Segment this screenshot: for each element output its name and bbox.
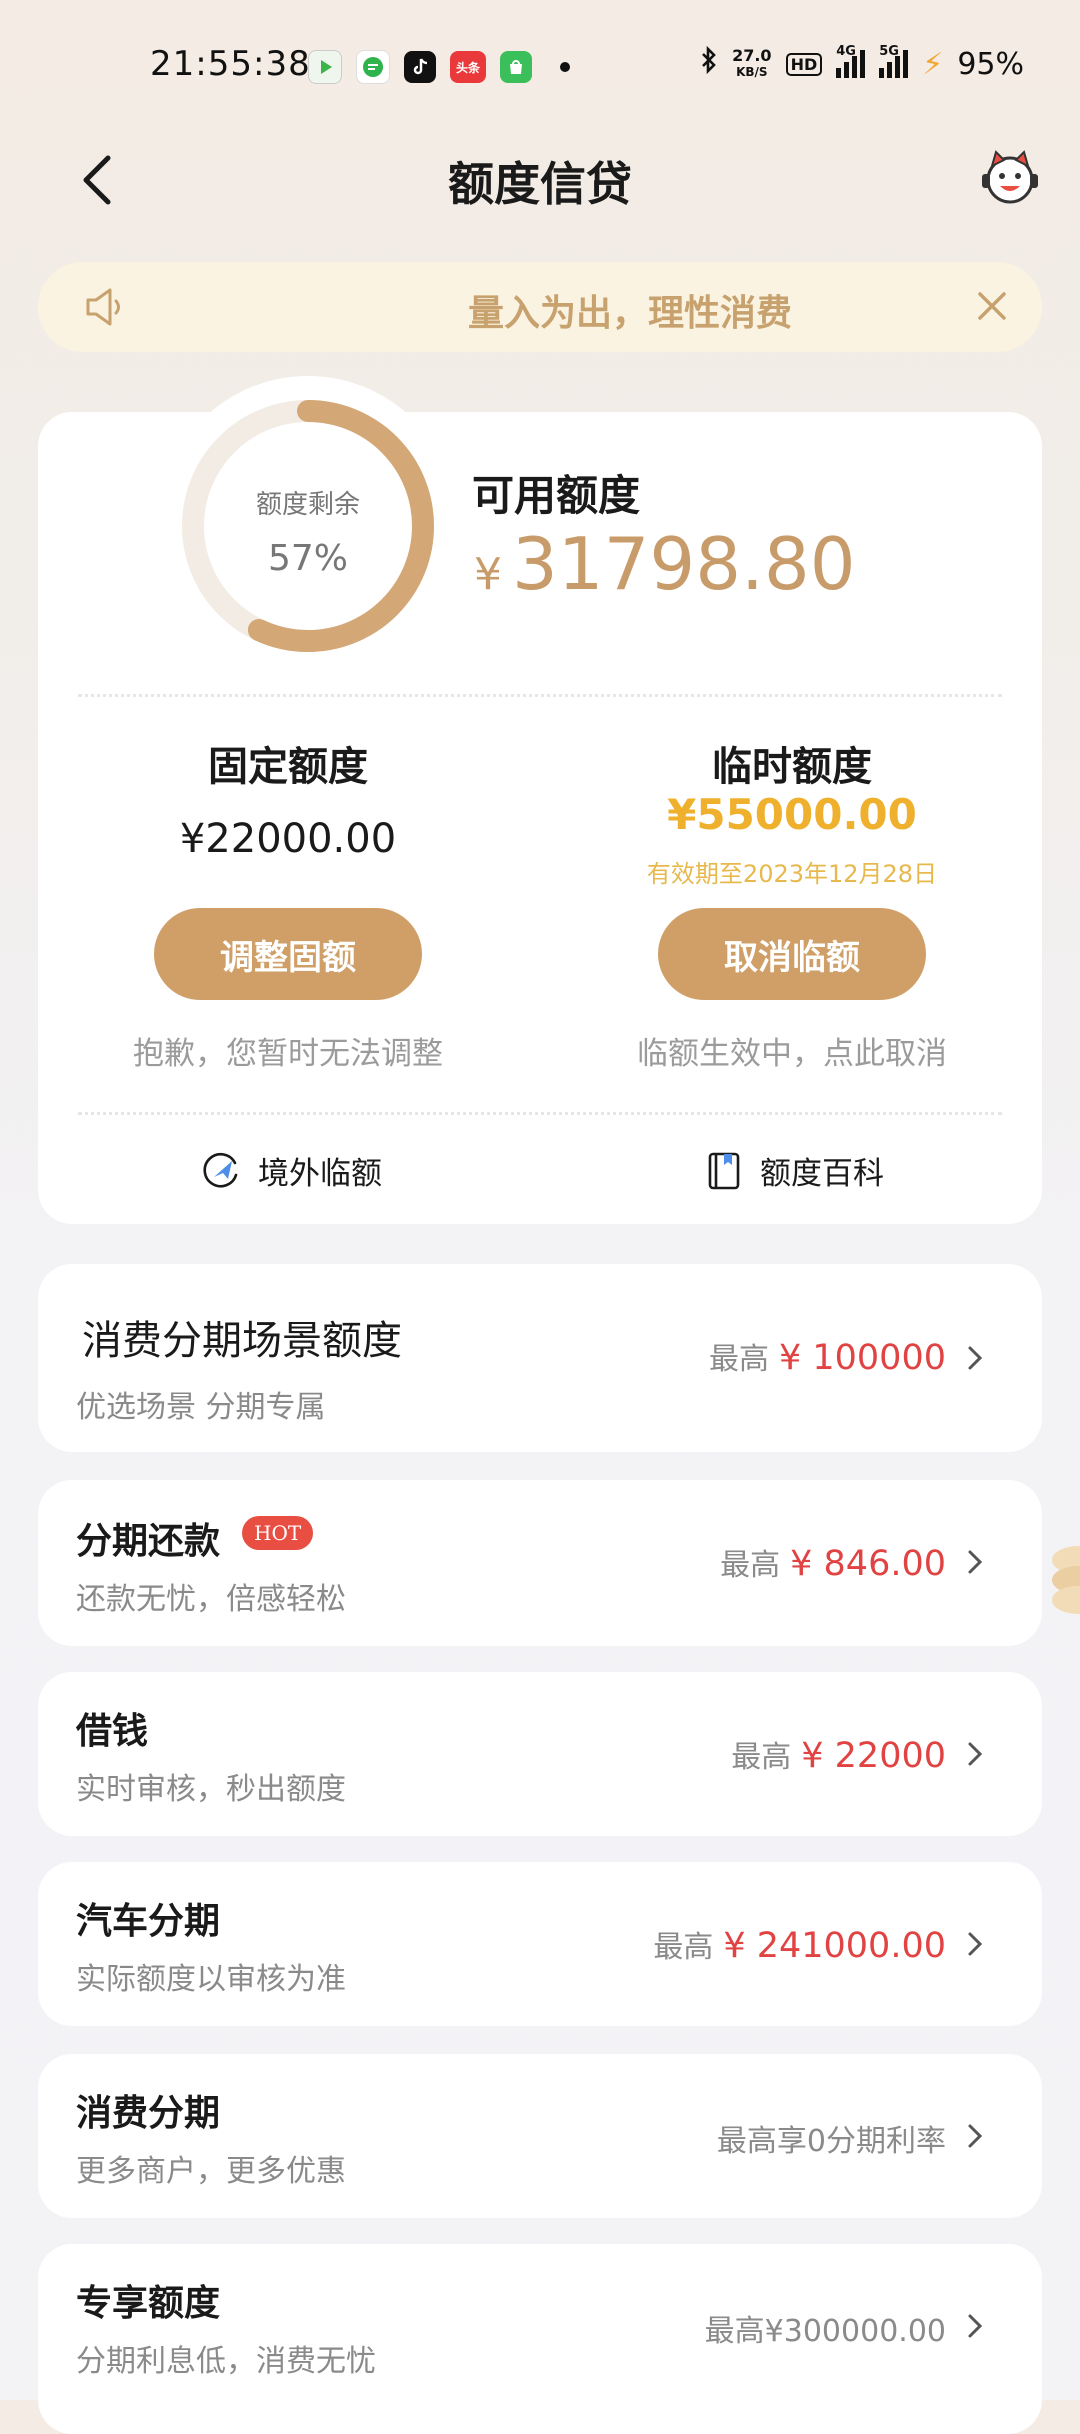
- row-max: 最高¥300000.00: [705, 2306, 946, 2350]
- adjust-fixed-button[interactable]: 调整固额: [154, 908, 422, 1000]
- bluetooth-icon: [700, 45, 718, 82]
- list-item-consumer-installment[interactable]: 消费分期 更多商户，更多优惠 最高享0分期利率: [38, 2054, 1042, 2218]
- app-tiktok-icon: [404, 51, 436, 83]
- row-title: 借钱: [76, 1711, 149, 1752]
- signal-4g-icon: 4G: [836, 44, 866, 78]
- row-title: 专享额度: [76, 2283, 221, 2324]
- chevron-right-icon: [968, 1550, 983, 1574]
- net-speed-unit: KB/S: [736, 65, 768, 79]
- overseas-plane-icon: [203, 1152, 238, 1188]
- battery-percent: 95%: [957, 46, 1024, 82]
- close-icon[interactable]: [974, 288, 1010, 324]
- temp-limit-note[interactable]: 临额生效中，点此取消: [542, 1028, 1042, 1073]
- credit-overview-card: 额度剩余 57% 可用额度 ¥31798.80 固定额度 ¥22000.00 调…: [38, 376, 1042, 1224]
- row-max-amount: ¥ 241000.00: [723, 1926, 946, 1966]
- row-max-prefix: 最高: [708, 1342, 769, 1377]
- chevron-right-icon: [968, 1932, 983, 1956]
- row-title: 消费分期: [76, 2093, 221, 2134]
- status-indicators: 27.0 KB/S HD 4G 5G ⚡ 95%: [700, 44, 1024, 82]
- app-message-icon: [356, 50, 390, 84]
- fixed-limit-amount: ¥22000.00: [179, 816, 397, 862]
- app-shop-icon: [500, 51, 532, 83]
- overseas-temp-link[interactable]: 境外临额: [202, 1148, 382, 1193]
- temp-limit-valid-until: 有效期至2023年12月28日: [646, 860, 938, 888]
- row-max: 最高 ¥ 846.00: [720, 1540, 946, 1584]
- row-title: 分期还款: [76, 1521, 221, 1562]
- row-max: 最高 ¥ 22000: [731, 1732, 946, 1776]
- row-subtitle: 实时审核，秒出额度: [76, 1772, 346, 1807]
- chevron-right-icon: [968, 1742, 983, 1766]
- available-amount-value: 31798.80: [512, 522, 856, 606]
- row-max: 最高 ¥ 241000.00: [653, 1922, 946, 1966]
- row-max: 最高享0分期利率: [717, 2116, 946, 2160]
- row-subtitle: 还款无忧，倍感轻松: [76, 1582, 346, 1617]
- credit-wiki-link[interactable]: 额度百科: [704, 1148, 884, 1193]
- page-title: 额度信贷: [448, 157, 632, 211]
- currency-symbol: ¥: [474, 549, 502, 600]
- temp-limit-title: 临时额度: [712, 744, 872, 790]
- row-max-prefix: 最高: [653, 1930, 714, 1965]
- app-iqiyi-icon: [308, 50, 342, 84]
- more-notifications-dot: [560, 62, 570, 72]
- remaining-gauge: [182, 400, 434, 652]
- gauge-percent: 57%: [267, 538, 348, 579]
- divider: [78, 694, 1002, 697]
- gauge-label: 额度剩余: [255, 490, 360, 520]
- status-bar: 21:55:38 头条 27.0 KB/S HD 4G 5G ⚡ 95%: [0, 0, 1080, 130]
- row-subtitle: 更多商户，更多优惠: [76, 2154, 346, 2189]
- notice-banner: 量入为出，理性消费: [38, 262, 1042, 352]
- row-max: 最高 ¥ 100000: [709, 1334, 946, 1378]
- chevron-right-icon: [968, 2124, 983, 2148]
- list-item-car-installment[interactable]: 汽车分期 实际额度以审核为准 最高 ¥ 241000.00: [38, 1862, 1042, 2026]
- mascot-icon[interactable]: [978, 146, 1042, 210]
- overseas-temp-label: 境外临额: [258, 1156, 382, 1192]
- list-item-exclusive-limit[interactable]: 专享额度 分期利息低，消费无忧 最高¥300000.00: [38, 2244, 1042, 2434]
- book-icon: [708, 1152, 740, 1189]
- chevron-right-icon: [968, 2314, 983, 2338]
- net-5g-label: 5G: [879, 44, 899, 59]
- row-title: 汽车分期: [76, 1901, 221, 1942]
- row-title: 消费分期场景额度: [82, 1318, 402, 1364]
- list-item-borrow[interactable]: 借钱 实时审核，秒出额度 最高 ¥ 22000: [38, 1672, 1042, 1836]
- hot-badge: HOT: [242, 1516, 314, 1550]
- network-speed: 27.0 KB/S: [732, 48, 771, 80]
- net-4g-label: 4G: [836, 44, 856, 59]
- row-max-amount: ¥ 846.00: [790, 1544, 946, 1584]
- charging-icon: ⚡: [922, 46, 944, 82]
- chevron-right-icon: [968, 1346, 983, 1370]
- app-toutiao-icon: 头条: [450, 51, 486, 83]
- row-subtitle: 优选场景 分期专属: [76, 1390, 326, 1425]
- fixed-limit-title: 固定额度: [208, 744, 368, 790]
- row-max-text: 最高¥300000.00: [704, 2314, 946, 2349]
- net-speed-value: 27.0: [732, 46, 772, 65]
- list-item-installment-repay[interactable]: 分期还款 HOT 还款无忧，倍感轻松 最高 ¥ 846.00: [38, 1480, 1042, 1646]
- row-max-prefix: 最高: [720, 1548, 781, 1583]
- row-max-text: 最高享0分期利率: [716, 2124, 946, 2159]
- hd-badge: HD: [785, 52, 823, 76]
- row-subtitle: 分期利息低，消费无忧: [76, 2344, 376, 2379]
- available-label: 可用额度: [472, 471, 641, 520]
- row-max-amount: ¥ 100000: [778, 1338, 946, 1378]
- available-amount: ¥31798.80: [474, 522, 856, 606]
- notification-icons: 头条: [308, 50, 570, 84]
- row-max-prefix: 最高: [731, 1740, 792, 1775]
- notice-text: 量入为出，理性消费: [467, 293, 792, 334]
- coin-decoration: [1052, 1546, 1080, 1614]
- row-max-amount: ¥ 22000: [801, 1736, 946, 1776]
- credit-wiki-label: 额度百科: [760, 1156, 884, 1192]
- temp-limit-amount: ¥55000.00: [667, 790, 917, 839]
- divider: [78, 1112, 1002, 1115]
- list-item-scene-installment[interactable]: 消费分期场景额度 优选场景 分期专属 最高 ¥ 100000: [38, 1264, 1042, 1452]
- nav-bar: 额度信贷: [0, 130, 1080, 230]
- cancel-temp-button[interactable]: 取消临额: [658, 908, 926, 1000]
- fixed-limit-note: 抱歉，您暂时无法调整: [133, 1036, 443, 1072]
- signal-5g-icon: 5G: [879, 44, 909, 78]
- row-subtitle: 实际额度以审核为准: [76, 1962, 346, 1997]
- status-time: 21:55:38: [150, 44, 311, 84]
